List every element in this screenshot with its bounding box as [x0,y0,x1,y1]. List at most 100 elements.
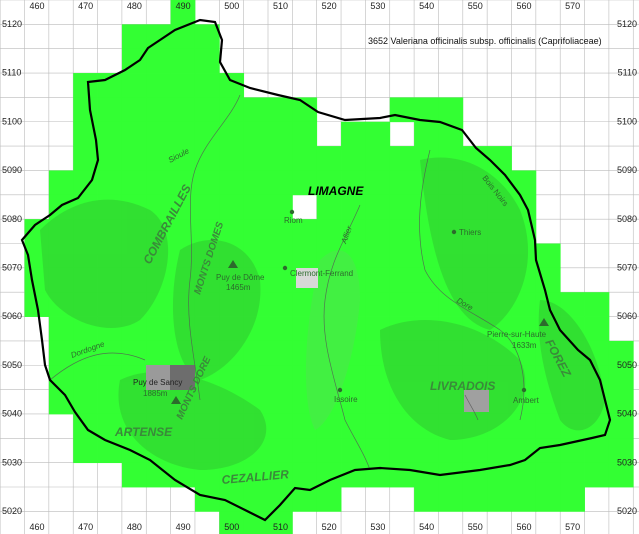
presence-cell [73,146,98,171]
presence-cell [268,316,293,342]
y-tick-label: 5060 [617,311,637,321]
x-tick-label: 460 [29,522,44,532]
presence-cell [365,121,391,147]
presence-cell [73,97,98,123]
y-tick-label: 5050 [617,360,637,370]
y-tick-label: 5120 [2,19,22,29]
y-tick-label: 5090 [617,165,637,175]
presence-cell [389,243,415,269]
presence-cell [243,194,269,220]
x-tick-label: 570 [565,522,580,532]
presence-cell [268,487,293,512]
presence-cell [194,146,220,171]
presence-cell [292,243,318,269]
presence-cell [146,340,171,366]
presence-cell [48,316,74,342]
presence-cell [97,97,123,123]
presence-cell [194,73,220,98]
presence-cell [365,438,391,464]
presence-cell [438,487,464,512]
presence-cell [194,487,220,512]
presence-cell [365,413,391,439]
x-tick-label: 530 [370,522,385,532]
region-label-livradois: LIVRADOIS [430,379,495,393]
presence-cell [341,194,366,220]
presence-cell [121,340,147,366]
presence-cell [170,121,196,147]
presence-cell [97,121,123,147]
x-tick-label: 560 [516,522,531,532]
presence-cell [365,146,391,171]
presence-cell [535,243,561,269]
place-puy-dome: Puy de Dôme [216,273,265,282]
presence-cell [535,438,561,464]
y-tick-label: 5090 [2,165,22,175]
presence-cell [121,73,147,98]
place-pierre-haute-alt: 1633m [512,341,537,350]
x-tick-label: 480 [127,1,142,11]
presence-cell [268,170,293,196]
y-tick-label: 5020 [617,506,637,516]
presence-cell [97,146,123,171]
presence-cell [268,146,293,171]
presence-cell [268,292,293,317]
x-tick-label: 560 [516,1,531,11]
presence-cell [73,389,98,415]
presence-cell [243,97,269,123]
y-tick-label: 5080 [2,214,22,224]
presence-cell [341,438,366,464]
y-tick-label: 5050 [2,360,22,370]
x-tick-label: 490 [176,522,191,532]
presence-cell [243,121,269,147]
presence-cell [462,462,488,488]
presence-cell [389,438,415,464]
y-tick-label: 5080 [617,214,637,224]
presence-cell [146,170,171,196]
x-tick-label: 500 [224,522,239,532]
x-tick-label: 540 [419,522,434,532]
presence-cell [462,438,488,464]
presence-cell [146,73,171,98]
presence-cell [316,219,342,244]
presence-cell [219,170,245,196]
presence-cell [268,413,293,439]
presence-cell [365,243,391,269]
map-title: 3652 Valeriana officinalis subsp. offici… [368,36,602,46]
presence-cell [268,243,293,269]
presence-cell [389,267,415,293]
presence-cell [243,340,269,366]
presence-cell [292,146,318,171]
presence-cell [414,121,439,147]
x-tick-label: 520 [322,522,337,532]
presence-cell [170,24,196,50]
presence-cell [414,438,439,464]
presence-cell [535,413,561,439]
presence-cell [389,219,415,244]
y-tick-label: 5070 [617,263,637,273]
presence-cell [462,487,488,512]
presence-cell [194,121,220,147]
distribution-map: LIMAGNE COMBRAILLES MONTS DOMES MONTS DO… [0,0,639,534]
presence-cell [243,170,269,196]
region-label-artense: ARTENSE [114,425,173,439]
x-tick-label: 520 [322,1,337,11]
presence-cell [316,438,342,464]
presence-cell [194,194,220,220]
presence-cell [365,292,391,317]
presence-cell [316,487,342,512]
presence-cell [268,121,293,147]
presence-cell [584,462,610,488]
presence-cell [511,487,537,512]
x-tick-label: 570 [565,1,580,11]
presence-cell [365,267,391,293]
presence-cell [389,413,415,439]
presence-cell [219,73,245,98]
x-tick-label: 550 [468,1,483,11]
y-tick-label: 5120 [617,19,637,29]
place-riom: Riom [284,216,303,225]
presence-cell [316,194,342,220]
presence-cell [389,146,415,171]
x-tick-label: 510 [273,522,288,532]
x-tick-label: 510 [273,1,288,11]
presence-cell [560,462,585,488]
